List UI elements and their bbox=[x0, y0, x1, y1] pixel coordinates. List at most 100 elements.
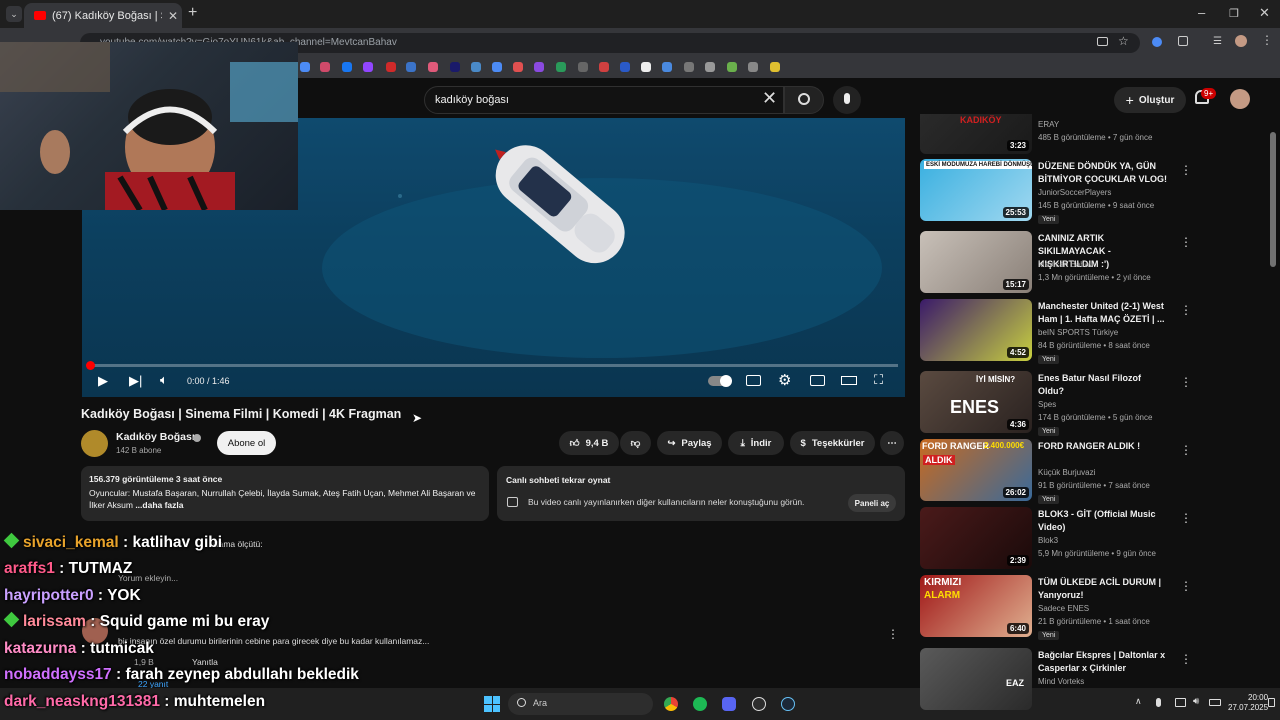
clear-search-icon[interactable]: ✕ bbox=[762, 88, 777, 109]
discord-icon[interactable] bbox=[722, 697, 736, 711]
bookmark-icon[interactable] bbox=[727, 62, 737, 72]
minimize-button[interactable]: – bbox=[1198, 5, 1205, 20]
video-menu-icon[interactable]: ⋮ bbox=[1180, 235, 1192, 249]
video-menu-icon[interactable]: ⋮ bbox=[1180, 303, 1192, 317]
bookmark-icon[interactable] bbox=[386, 62, 396, 72]
bookmark-icon[interactable] bbox=[620, 62, 630, 72]
recommended-video[interactable]: 4:52 Manchester United (2-1) West Ham | 1… bbox=[920, 299, 1260, 364]
notification-center-icon[interactable] bbox=[1268, 698, 1275, 707]
thanks-button[interactable]: $ Teşekkürler bbox=[790, 431, 875, 455]
recommended-title[interactable]: DÜZENE DÖNDÜK YA, GÜN BİTMİYOR ÇOCUKLAR … bbox=[1038, 160, 1168, 186]
subscribe-button[interactable]: Abone ol bbox=[217, 431, 276, 455]
bookmark-icon[interactable] bbox=[641, 62, 651, 72]
browser-tab[interactable]: (67) Kadıköy Boğası | Sinema Fi ✕ bbox=[24, 3, 182, 28]
recommended-video[interactable]: EAZ Bağcılar Ekspres | Daltonlar x Casper… bbox=[920, 648, 1260, 710]
scrollbar[interactable] bbox=[1270, 132, 1276, 267]
video-thumbnail[interactable]: FORD RANGER 2.400.000€ ALDIK 26:02 bbox=[920, 439, 1032, 501]
next-icon[interactable]: ▶| bbox=[129, 373, 142, 389]
recommended-title[interactable]: TÜM ÜLKEDE ACİL DURUM | Yanıyoruz! bbox=[1038, 576, 1168, 602]
recommended-video[interactable]: FORD RANGER 2.400.000€ ALDIK 26:02 FORD RANG… bbox=[920, 439, 1260, 504]
bookmark-icon[interactable] bbox=[599, 62, 609, 72]
bookmark-icon[interactable] bbox=[342, 62, 352, 72]
dislike-button[interactable]: 👎︎ bbox=[620, 431, 651, 455]
search-button[interactable] bbox=[784, 86, 824, 114]
install-icon[interactable] bbox=[1097, 37, 1108, 46]
video-thumbnail[interactable]: KADIKÖY 3:23 bbox=[920, 114, 1032, 154]
recommended-title[interactable]: Manchester United (2-1) West Ham | 1. Ha… bbox=[1038, 300, 1168, 326]
video-menu-icon[interactable]: ⋮ bbox=[1180, 511, 1192, 525]
recommended-title[interactable]: FORD RANGER ALDIK ! bbox=[1038, 440, 1168, 453]
video-menu-icon[interactable]: ⋮ bbox=[1180, 579, 1192, 593]
like-button[interactable]: 👍︎ 9,4 B bbox=[559, 431, 619, 455]
steam-icon[interactable] bbox=[781, 697, 795, 711]
close-tab-icon[interactable]: ✕ bbox=[168, 9, 178, 23]
tab-search-icon[interactable]: ⌄ bbox=[6, 6, 22, 22]
settings-gear-icon[interactable]: ⚙ bbox=[778, 371, 791, 389]
recommended-video[interactable]: KIRMIZI ALARM 6:40 TÜM ÜLKEDE ACİL DURUM | … bbox=[920, 575, 1260, 640]
comment-menu-icon[interactable]: ⋮ bbox=[887, 627, 899, 641]
recommended-video[interactable]: 15:17 CANINIZ ARTIK SIKILMAYACAK - KIŞKIR… bbox=[920, 231, 1260, 293]
browser-menu-icon[interactable]: ⋮ bbox=[1261, 33, 1273, 47]
recommended-title[interactable]: Bağcılar Ekspres | Daltonlar x Casperlar… bbox=[1038, 649, 1168, 675]
puzzle-icon[interactable] bbox=[1178, 36, 1188, 46]
video-thumbnail[interactable]: 2:39 bbox=[920, 507, 1032, 569]
recommended-channel[interactable]: JuniorSoccerPlayers bbox=[1038, 188, 1111, 197]
recommended-channel[interactable]: Küçük Burjuvazi bbox=[1038, 468, 1095, 477]
bookmark-icon[interactable] bbox=[300, 62, 310, 72]
recommended-channel[interactable]: Mevtcan Bahav bbox=[1038, 260, 1093, 269]
recommended-channel[interactable]: Blok3 bbox=[1038, 536, 1058, 545]
recommended-title[interactable]: Enes Batur Nasıl Filozof Oldu? bbox=[1038, 372, 1168, 398]
bookmark-icon[interactable] bbox=[684, 62, 694, 72]
recommended-title[interactable]: BLOK3 - GİT (Official Music Video) bbox=[1038, 508, 1168, 534]
autoplay-toggle[interactable] bbox=[708, 375, 732, 387]
bookmark-icon[interactable] bbox=[770, 62, 780, 72]
bookmark-icon[interactable] bbox=[513, 62, 523, 72]
video-thumbnail[interactable]: KIRMIZI ALARM 6:40 bbox=[920, 575, 1032, 637]
recommended-channel[interactable]: Spes bbox=[1038, 400, 1056, 409]
reading-list-icon[interactable]: ☰ bbox=[1213, 36, 1222, 47]
recommended-video[interactable]: 2:39 BLOK3 - GİT (Official Music Video) Bl… bbox=[920, 507, 1260, 569]
open-panel-button[interactable]: Paneli aç bbox=[848, 494, 896, 512]
bookmark-icon[interactable] bbox=[320, 62, 330, 72]
recommended-channel[interactable]: Mind Vorteks bbox=[1038, 677, 1084, 686]
video-menu-icon[interactable]: ⋮ bbox=[1180, 375, 1192, 389]
channel-avatar[interactable] bbox=[81, 430, 108, 457]
taskbar-search[interactable]: Ara bbox=[508, 693, 653, 715]
obs-icon[interactable] bbox=[752, 697, 766, 711]
bookmark-icon[interactable] bbox=[556, 62, 566, 72]
profile-avatar-icon[interactable] bbox=[1235, 35, 1247, 47]
bookmark-icon[interactable] bbox=[662, 62, 672, 72]
recommended-channel[interactable]: ERAY bbox=[1038, 120, 1059, 129]
recommended-channel[interactable]: beIN SPORTS Türkiye bbox=[1038, 328, 1118, 337]
description-box[interactable]: 156.379 görüntüleme 3 saat önce Oyuncula… bbox=[81, 466, 489, 521]
maximize-button[interactable]: ❐ bbox=[1229, 7, 1239, 20]
windows-start-icon[interactable] bbox=[484, 696, 500, 712]
more-actions-button[interactable]: ⋯ bbox=[880, 431, 904, 455]
progress-bar[interactable] bbox=[90, 364, 898, 367]
video-menu-icon[interactable]: ⋮ bbox=[1180, 652, 1192, 666]
extension-icon[interactable] bbox=[1152, 37, 1162, 47]
recommended-video[interactable]: İYİ MİSİN? ENES 4:36 Enes Batur Nasıl Filoz… bbox=[920, 371, 1260, 436]
bookmark-icon[interactable] bbox=[406, 62, 416, 72]
video-menu-icon[interactable]: ⋮ bbox=[1180, 443, 1192, 457]
download-button[interactable]: ⤓ İndir bbox=[728, 431, 784, 455]
bookmark-icon[interactable] bbox=[534, 62, 544, 72]
bookmark-star-icon[interactable]: ☆ bbox=[1118, 34, 1129, 48]
fullscreen-icon[interactable]: ⛶ bbox=[874, 372, 883, 388]
chrome-icon[interactable] bbox=[664, 697, 678, 711]
share-button[interactable]: ↪ Paylaş bbox=[657, 431, 722, 455]
video-thumbnail[interactable]: İYİ MİSİN? ENES 4:36 bbox=[920, 371, 1032, 433]
miniplayer-icon[interactable] bbox=[810, 375, 825, 386]
video-thumbnail[interactable]: 15:17 bbox=[920, 231, 1032, 293]
bookmark-icon[interactable] bbox=[363, 62, 373, 72]
close-window-button[interactable]: ✕ bbox=[1259, 5, 1270, 21]
theater-mode-icon[interactable] bbox=[841, 376, 857, 385]
play-icon[interactable]: ▶ bbox=[98, 373, 108, 389]
bookmark-icon[interactable] bbox=[578, 62, 588, 72]
create-button[interactable]: + Oluştur bbox=[1114, 87, 1186, 113]
bookmark-icon[interactable] bbox=[450, 62, 460, 72]
bookmark-icon[interactable] bbox=[705, 62, 715, 72]
bookmark-icon[interactable] bbox=[471, 62, 481, 72]
bookmark-icon[interactable] bbox=[492, 62, 502, 72]
show-more-link[interactable]: ...daha fazla bbox=[135, 500, 183, 510]
